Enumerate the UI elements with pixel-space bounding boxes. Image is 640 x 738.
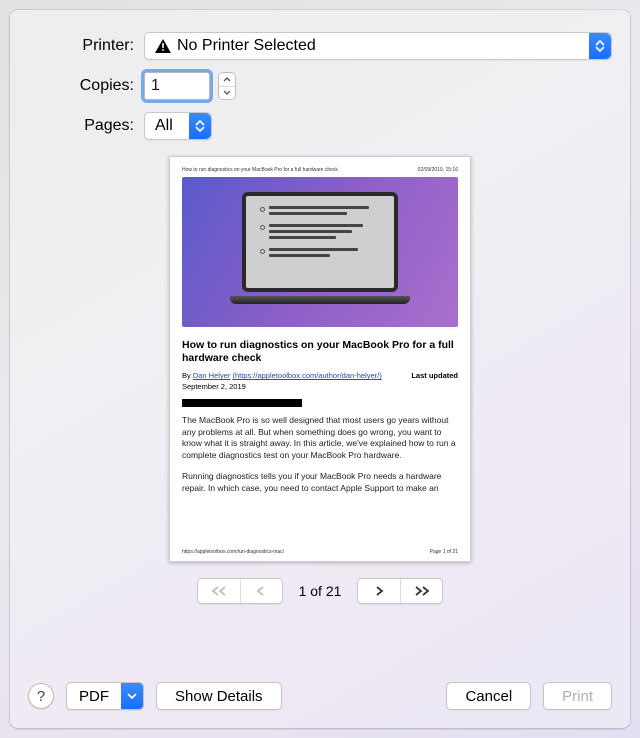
author: By Dan Helyer (https://appletoolbox.com/… — [182, 371, 382, 380]
first-page-button[interactable] — [198, 579, 240, 603]
laptop-illustration — [230, 192, 410, 312]
printer-select[interactable]: No Printer Selected — [144, 32, 612, 60]
pages-select[interactable]: All — [144, 112, 212, 140]
author-url: (https://appletoolbox.com/author/dan-hel… — [232, 371, 381, 380]
paragraph-1: The MacBook Pro is so well designed that… — [182, 415, 458, 461]
stepper-up[interactable] — [219, 73, 235, 86]
bottom-toolbar: ? PDF Show Details Cancel Print — [28, 682, 612, 710]
copies-row: Copies: — [28, 72, 612, 100]
cancel-button[interactable]: Cancel — [446, 682, 531, 710]
prev-page-button[interactable] — [240, 579, 282, 603]
pager-prev-group — [197, 578, 283, 604]
article-title: How to run diagnostics on your MacBook P… — [182, 339, 458, 365]
printer-label: Printer: — [28, 37, 144, 55]
page-header: How to run diagnostics on your MacBook P… — [182, 167, 458, 173]
redacted-block — [182, 399, 302, 407]
print-preview: How to run diagnostics on your MacBook P… — [28, 156, 612, 660]
next-page-button[interactable] — [358, 579, 400, 603]
show-details-button[interactable]: Show Details — [156, 682, 282, 710]
chevron-down-icon — [121, 683, 143, 709]
pages-label: Pages: — [28, 117, 144, 135]
print-button[interactable]: Print — [543, 682, 612, 710]
page-navigator: 1 of 21 — [197, 578, 444, 604]
help-button[interactable]: ? — [28, 683, 54, 709]
page-footer-num: Page 1 of 21 — [430, 549, 458, 555]
pages-selected-text: All — [155, 117, 173, 135]
pages-row: Pages: All — [28, 112, 612, 140]
pager-next-group — [357, 578, 443, 604]
page-count: 1 of 21 — [299, 583, 342, 599]
dropdown-chevrons-icon — [589, 33, 611, 59]
page-header-left: How to run diagnostics on your MacBook P… — [182, 167, 338, 173]
dropdown-chevrons-icon — [189, 113, 211, 139]
warning-icon — [155, 39, 171, 53]
last-updated-label: Last updated — [411, 371, 458, 380]
author-link: Dan Helyer — [193, 371, 231, 380]
article-date: September 2, 2019 — [182, 382, 458, 391]
pdf-menu-button[interactable]: PDF — [66, 682, 144, 710]
printer-row: Printer: No Printer Selected — [28, 32, 612, 60]
print-dialog: Printer: No Printer Selected Copies: Pag… — [10, 10, 630, 728]
copies-label: Copies: — [28, 77, 144, 95]
page-header-right: 02/09/2019, 15:16 — [418, 167, 458, 173]
page-footer: https://appletoolbox.com/run-diagnostics… — [182, 549, 458, 555]
byline-prefix: By — [182, 371, 193, 380]
byline: By Dan Helyer (https://appletoolbox.com/… — [182, 371, 458, 380]
hero-image — [182, 177, 458, 327]
last-page-button[interactable] — [400, 579, 442, 603]
pdf-label: PDF — [67, 688, 121, 705]
page-footer-url: https://appletoolbox.com/run-diagnostics… — [182, 549, 284, 555]
preview-page: How to run diagnostics on your MacBook P… — [169, 156, 471, 562]
copies-stepper[interactable] — [218, 72, 236, 100]
stepper-down[interactable] — [219, 86, 235, 100]
help-icon: ? — [37, 688, 45, 705]
printer-selected-text: No Printer Selected — [177, 37, 316, 55]
copies-input[interactable] — [144, 72, 210, 100]
paragraph-2: Running diagnostics tells you if your Ma… — [182, 471, 458, 494]
